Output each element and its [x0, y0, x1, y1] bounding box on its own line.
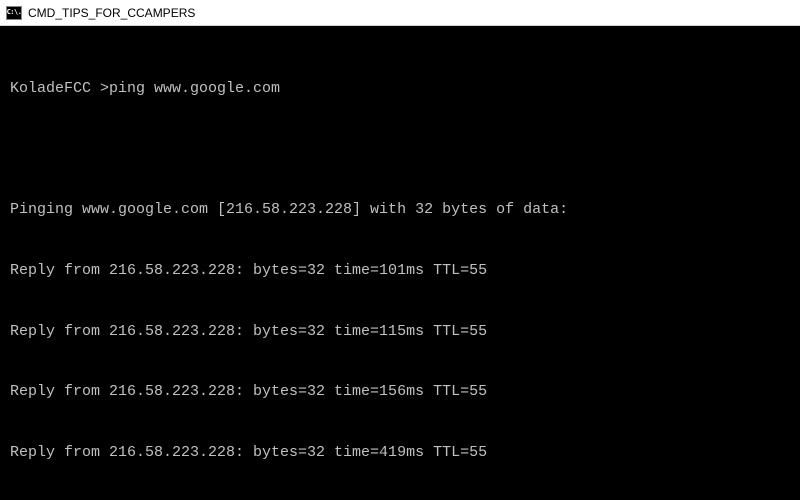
prompt-line: KoladeFCC >ping www.google.com: [10, 79, 790, 99]
ping-reply: Reply from 216.58.223.228: bytes=32 time…: [10, 382, 790, 402]
cmd-icon: C:\.: [6, 6, 22, 20]
window-title: CMD_TIPS_FOR_CCAMPERS: [28, 6, 195, 20]
entered-command: ping www.google.com: [109, 80, 280, 97]
cmd-window: C:\. CMD_TIPS_FOR_CCAMPERS KoladeFCC >pi…: [0, 0, 800, 500]
cmd-icon-label: C:\.: [7, 9, 22, 16]
ping-reply: Reply from 216.58.223.228: bytes=32 time…: [10, 322, 790, 342]
terminal-area[interactable]: KoladeFCC >ping www.google.com Pinging w…: [0, 26, 800, 500]
prompt-prefix: KoladeFCC >: [10, 80, 109, 97]
window-titlebar[interactable]: C:\. CMD_TIPS_FOR_CCAMPERS: [0, 0, 800, 26]
blank-line: [10, 139, 790, 159]
ping-reply: Reply from 216.58.223.228: bytes=32 time…: [10, 443, 790, 463]
ping-reply: Reply from 216.58.223.228: bytes=32 time…: [10, 261, 790, 281]
ping-header: Pinging www.google.com [216.58.223.228] …: [10, 200, 790, 220]
